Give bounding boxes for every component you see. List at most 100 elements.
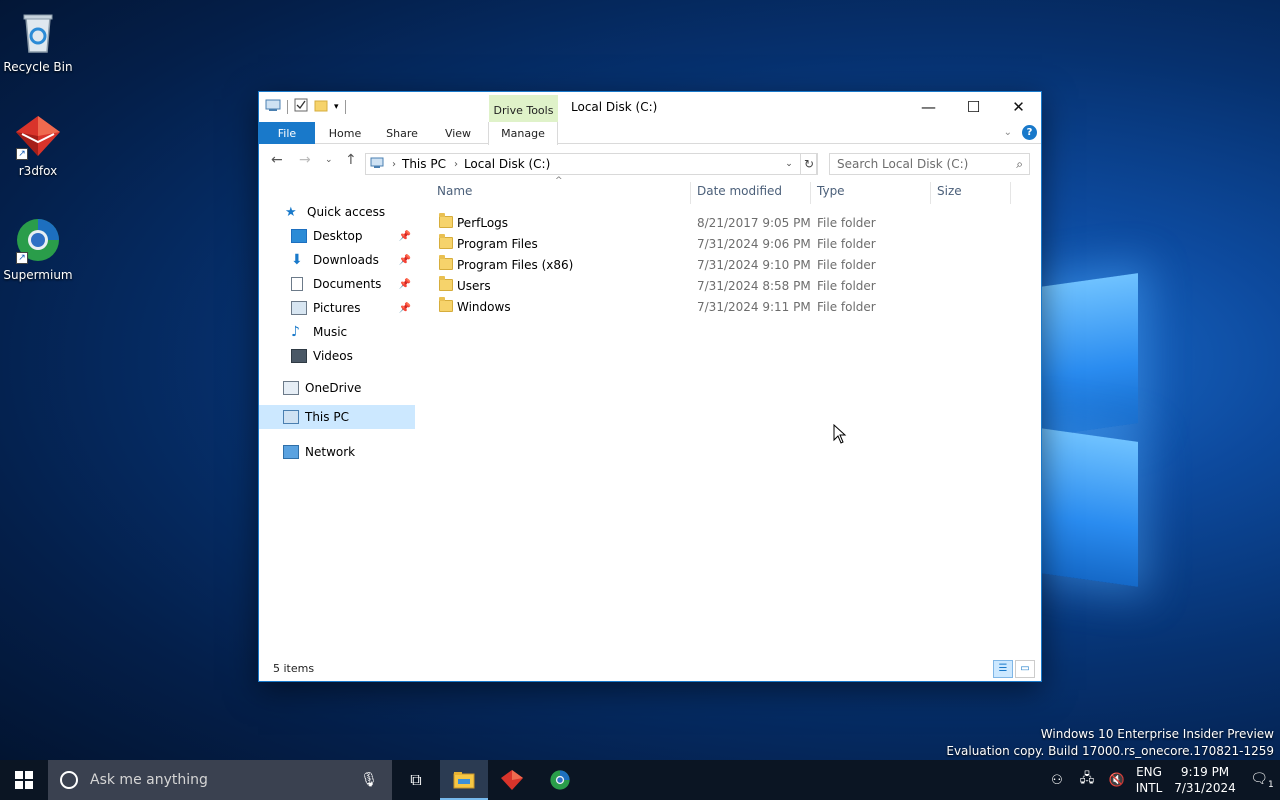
help-icon[interactable]: ? [1022,125,1037,140]
address-bar[interactable]: › This PC › Local Disk (C:) ⌄ [365,153,817,175]
folder-icon [439,213,453,228]
close-icon: ✕ [1012,97,1025,116]
nav-onedrive[interactable]: OneDrive [283,376,361,400]
file-date: 7/31/2024 8:58 PM [697,279,811,293]
action-center-button[interactable]: 🗨1 [1244,771,1280,790]
folder-icon [439,234,453,249]
desktop-icon-supermium[interactable]: ↗ Supermium [0,216,76,282]
pin-icon[interactable]: 📌 [399,279,411,290]
new-folder-icon[interactable] [314,98,328,115]
microphone-icon[interactable]: 🎙 [360,772,378,788]
tab-home[interactable]: Home [317,122,373,144]
nav-label: Quick access [307,205,386,219]
desktop-icon-r3dfox[interactable]: ↗ r3dfox [0,112,76,178]
file-row[interactable]: Program Files (x86) 7/31/2024 9:10 PM Fi… [429,255,1029,276]
file-name: PerfLogs [457,216,509,230]
tab-share[interactable]: Share [375,122,429,144]
people-icon[interactable]: ⚇ [1042,773,1072,788]
file-row[interactable]: Program Files 7/31/2024 9:06 PM File fol… [429,234,1029,255]
file-type: File folder [817,237,876,251]
nav-this-pc[interactable]: This PC [259,405,415,429]
tab-view[interactable]: View [431,122,485,144]
breadcrumb-local-disk[interactable]: Local Disk (C:) [464,157,550,171]
taskbar-file-explorer[interactable] [440,760,488,800]
breadcrumb-separator-icon[interactable]: › [392,159,396,170]
customize-toolbar-dropdown-icon[interactable]: ▾ [334,102,339,112]
up-arrow-icon[interactable]: ↑ [345,152,357,168]
details-view-button[interactable]: ☰ [993,660,1013,678]
breadcrumb-separator-icon[interactable]: › [454,159,458,170]
mouse-cursor-icon [833,423,847,447]
back-arrow-icon[interactable]: ← [271,152,283,168]
file-name: Program Files (x86) [457,258,574,272]
address-dropdown-icon[interactable]: ⌄ [780,154,798,174]
pin-icon[interactable]: 📌 [399,255,411,266]
nav-documents[interactable]: Documents 📌 [291,272,411,296]
nav-label: Documents [313,277,382,291]
tab-manage[interactable]: Manage [488,122,558,145]
file-row[interactable]: PerfLogs 8/21/2017 9:05 PM File folder [429,213,1029,234]
explorer-app-icon[interactable] [265,98,281,115]
file-row[interactable]: Windows 7/31/2024 9:11 PM File folder [429,297,1029,318]
column-divider[interactable] [810,182,811,204]
nav-quick-access[interactable]: ★ Quick access [285,200,385,224]
title-bar[interactable]: ▾ Drive Tools Local Disk (C:) — ☐ ✕ [259,92,1041,122]
column-header-date-modified[interactable]: Date modified [697,184,782,204]
windows-start-icon [15,771,33,789]
nav-videos[interactable]: Videos [291,344,353,368]
details-view-icon: ☰ [998,663,1008,674]
refresh-button[interactable]: ↻ [800,153,818,175]
cortana-placeholder: Ask me anything [90,772,208,788]
network-status-icon[interactable]: 🖧 [1072,769,1102,791]
nav-desktop[interactable]: Desktop 📌 [291,224,411,248]
recent-locations-chevron-icon[interactable]: ⌄ [325,155,333,165]
column-header-size[interactable]: Size [937,184,962,204]
nav-downloads[interactable]: ⬇ Downloads 📌 [291,248,411,272]
pin-icon[interactable]: 📌 [399,231,411,242]
item-count: 5 items [273,662,315,675]
column-divider[interactable] [930,182,931,204]
desktop-icon-recycle-bin[interactable]: Recycle Bin [0,8,76,74]
minimize-button[interactable]: — [906,92,951,121]
tab-file[interactable]: File [259,122,315,144]
r3dfox-icon [501,770,523,790]
large-icons-view-button[interactable]: ▭ [1015,660,1035,678]
file-type: File folder [817,258,876,272]
column-header-name[interactable]: Name [437,184,472,204]
input-language-indicator[interactable]: ENG INTL [1132,764,1166,796]
close-button[interactable]: ✕ [996,92,1041,121]
cortana-search-box[interactable]: Ask me anything 🎙 [48,760,392,800]
nav-music[interactable]: ♪ Music [291,320,347,344]
download-icon: ⬇ [291,252,303,268]
this-pc-icon [283,410,299,424]
task-view-button[interactable]: ⧉ [392,760,440,800]
file-explorer-icon [453,772,475,789]
search-box[interactable]: Search Local Disk (C:) ⌕ [829,153,1030,175]
expand-ribbon-chevron-icon[interactable]: ⌄ [1004,127,1012,138]
column-divider[interactable] [690,182,691,204]
start-button[interactable] [0,760,48,800]
taskbar-supermium[interactable] [536,760,584,800]
file-row[interactable]: Users 7/31/2024 8:58 PM File folder [429,276,1029,297]
forward-arrow-icon[interactable]: → [299,152,311,168]
volume-muted-icon[interactable]: 🔇 [1102,773,1132,788]
file-date: 7/31/2024 9:11 PM [697,300,811,314]
videos-icon [291,349,307,363]
properties-icon[interactable] [294,98,308,115]
clock-date: 7/31/2024 [1174,781,1236,795]
file-explorer-window: ▾ Drive Tools Local Disk (C:) — ☐ ✕ File… [258,91,1042,682]
breadcrumb-this-pc[interactable]: This PC [402,157,446,171]
drive-tools-context-header: Drive Tools [489,95,558,122]
column-header-type[interactable]: Type [817,184,845,204]
clock[interactable]: 9:19 PM 7/31/2024 [1166,764,1244,796]
column-divider[interactable] [1010,182,1011,204]
maximize-button[interactable]: ☐ [951,92,996,121]
nav-network[interactable]: Network [283,440,355,464]
folder-icon [439,255,453,270]
search-icon: ⌕ [1016,157,1023,171]
navigation-pane: ★ Quick access Desktop 📌 ⬇ Downloads 📌 D… [259,180,421,660]
nav-pictures[interactable]: Pictures 📌 [291,296,411,320]
file-type: File folder [817,279,876,293]
taskbar-r3dfox[interactable] [488,760,536,800]
pin-icon[interactable]: 📌 [399,303,411,314]
